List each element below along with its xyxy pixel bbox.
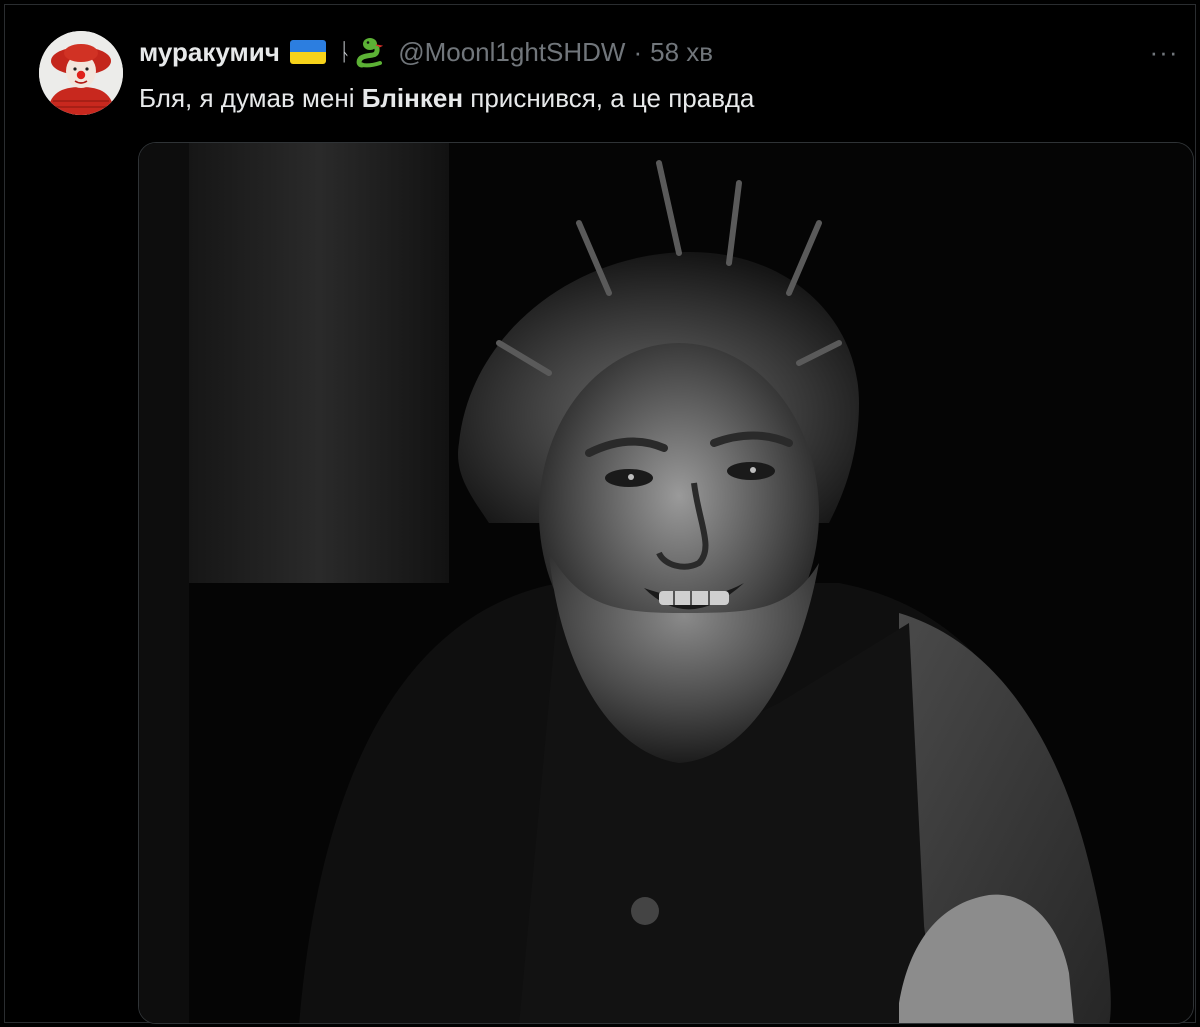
tweet-photo[interactable] <box>138 142 1194 1024</box>
author-handle[interactable]: @Moonl1ghtSHDW <box>398 37 625 68</box>
tweet-text-part-2: приснився, а це правда <box>463 83 755 113</box>
display-name[interactable]: муракумич <box>139 37 280 68</box>
tweet-card: муракумич ᚿ @Moonl1ghtSHDW · 58 хв ··· Б… <box>4 4 1196 1024</box>
author-avatar[interactable] <box>39 31 123 115</box>
tweet-text: Бля, я думав мені Блінкен приснився, а ц… <box>139 81 754 115</box>
tweet-text-bold: Блінкен <box>361 83 464 113</box>
ukraine-flag-icon <box>289 40 326 64</box>
snake-emoji-icon <box>356 35 386 69</box>
separator-dot: · <box>633 36 643 67</box>
rune-glyph: ᚿ <box>337 38 353 66</box>
bearded-man-photo <box>139 143 1193 1023</box>
clown-avatar-icon <box>39 31 123 115</box>
tweet-text-part-1: Бля, я думав мені <box>139 83 362 113</box>
more-options-icon[interactable]: ··· <box>1147 35 1181 69</box>
timestamp[interactable]: 58 хв <box>650 37 713 68</box>
tweet-header: муракумич ᚿ @Moonl1ghtSHDW · 58 хв <box>139 35 713 69</box>
